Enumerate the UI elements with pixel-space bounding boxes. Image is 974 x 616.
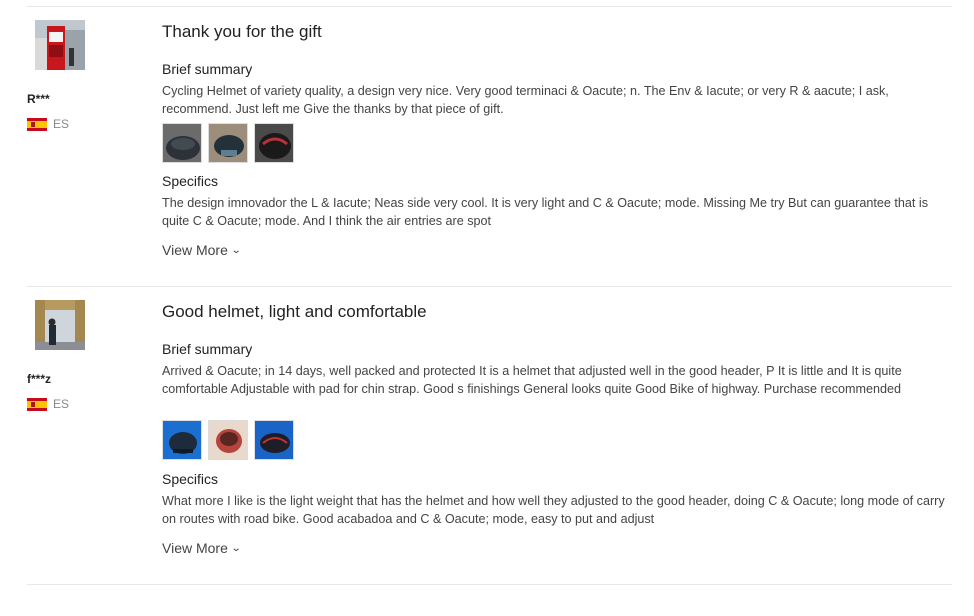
chevron-down-icon: ⌄ — [230, 244, 242, 256]
review-title: Good helmet, light and comfortable — [162, 302, 427, 321]
divider-top — [27, 6, 952, 7]
specifics-text: The design imnovador the L & Iacute; Nea… — [162, 196, 929, 228]
avatar — [35, 300, 85, 350]
country-code: ES — [53, 397, 70, 411]
reviewer-country: ES — [27, 397, 69, 411]
specifics-heading: Specifics — [162, 173, 219, 189]
divider-bottom — [27, 584, 952, 585]
view-more-label: View More — [162, 540, 228, 556]
avatar — [35, 20, 85, 70]
review-photo[interactable] — [162, 123, 202, 163]
review-photo[interactable] — [254, 420, 294, 460]
review-photo[interactable] — [254, 123, 294, 163]
summary-text: Cycling Helmet of variety quality, a des… — [162, 84, 889, 116]
review-photos — [162, 123, 294, 163]
divider — [27, 286, 952, 287]
summary-heading: Brief summary — [162, 61, 253, 77]
reviewer-country: ES — [27, 117, 69, 131]
spain-flag-icon — [27, 117, 47, 131]
summary-text: Arrived & Oacute; in 14 days, well packe… — [162, 364, 902, 396]
chevron-down-icon: ⌄ — [230, 542, 242, 554]
review-photo[interactable] — [208, 123, 248, 163]
review-photo[interactable] — [208, 420, 248, 460]
reviewer-name: f***z — [27, 372, 52, 386]
country-code: ES — [53, 117, 70, 131]
view-more-label: View More — [162, 242, 228, 258]
review-photo[interactable] — [162, 420, 202, 460]
reviewer-name: R*** — [27, 92, 50, 106]
specifics-text: What more I like is the light weight tha… — [162, 494, 945, 526]
view-more-link[interactable]: View More ⌄ — [162, 242, 242, 258]
review-title: Thank you for the gift — [162, 22, 322, 41]
view-more-link[interactable]: View More ⌄ — [162, 540, 242, 556]
summary-heading: Brief summary — [162, 341, 253, 357]
specifics-heading: Specifics — [162, 471, 219, 487]
review-photos — [162, 420, 294, 460]
spain-flag-icon — [27, 397, 47, 411]
